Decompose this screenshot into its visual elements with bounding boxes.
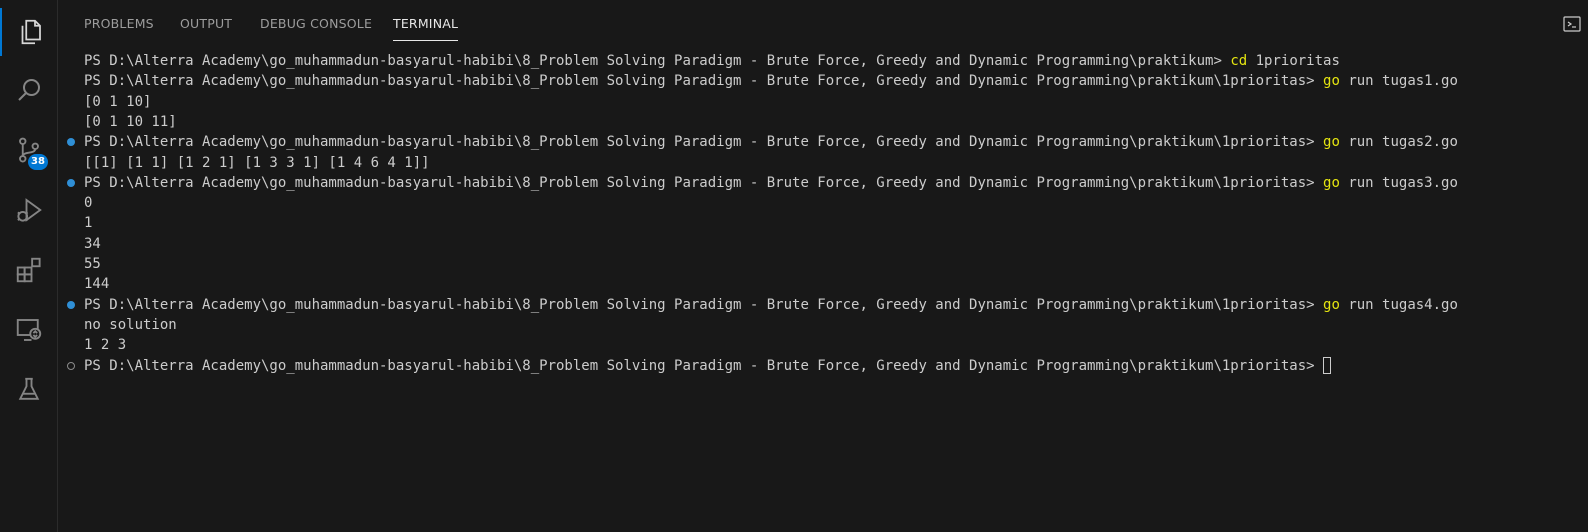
remote-explorer-icon [16, 319, 42, 341]
terminal-command-args: 1prioritas [1247, 53, 1340, 69]
terminal-line-text: [[1] [1 1] [1 2 1] [1 3 3 1] [1 4 6 4 1]… [84, 154, 430, 171]
terminal-line: PS D:\Alterra Academy\go_muhammadun-basy… [67, 132, 1458, 152]
terminal-command-args: run tugas3.go [1339, 174, 1458, 191]
activity-testing[interactable] [0, 366, 58, 414]
terminal-line: 144 [84, 274, 109, 294]
terminal-line-text: PS D:\Alterra Academy\go_muhammadun-basy… [84, 174, 1324, 191]
terminal-line-text: no solution [84, 316, 177, 333]
activity-explorer[interactable] [0, 8, 58, 56]
terminal-line-text: PS D:\Alterra Academy\go_muhammadun-basy… [84, 296, 1324, 313]
terminal-command: go [1323, 73, 1340, 90]
terminal-line-text: 0 [84, 195, 93, 212]
terminal-output[interactable]: PS D:\Alterra Academy\go_muhammadun-basy… [58, 51, 1588, 532]
terminal-line: 0 [84, 193, 92, 213]
terminal-line-text: 1 2 3 [84, 337, 127, 354]
terminal-command-args: run tugas2.go [1339, 134, 1458, 151]
terminal-line: PS D:\Alterra Academy\go_muhammadun-basy… [67, 173, 1458, 193]
search-icon [18, 79, 40, 101]
terminal-line-text: 55 [84, 256, 101, 272]
terminal-line: PS D:\Alterra Academy\go_muhammadun-basy… [67, 356, 1332, 376]
activity-remote-explorer[interactable] [0, 306, 58, 354]
command-success-decoration[interactable] [67, 138, 75, 147]
command-pending-decoration[interactable] [67, 361, 75, 370]
activity-extensions[interactable] [0, 246, 58, 294]
terminal-command-args: run tugas4.go [1339, 296, 1458, 313]
terminal-line-text: PS D:\Alterra Academy\go_muhammadun-basy… [84, 73, 1324, 90]
terminal-line-text: [0 1 10 11] [84, 113, 177, 130]
panel-tabs: PROBLEMS OUTPUT DEBUG CONSOLE TERMINAL [58, 0, 1588, 44]
tab-debug-console[interactable]: DEBUG CONSOLE [260, 0, 372, 40]
terminal-line-text: [0 1 10] [84, 93, 152, 110]
terminal-line: 55 [84, 254, 101, 274]
terminal-line-text: PS D:\Alterra Academy\go_muhammadun-basy… [84, 53, 1231, 69]
activity-source-control[interactable]: 38 [0, 126, 58, 174]
terminal-command: go [1323, 296, 1340, 313]
run-debug-icon [17, 198, 42, 222]
terminal-line: PS D:\Alterra Academy\go_muhammadun-basy… [84, 71, 1458, 91]
command-success-decoration[interactable] [67, 178, 75, 187]
terminal-line: [[1] [1 1] [1 2 1] [1 3 3 1] [1 4 6 4 1]… [84, 153, 430, 173]
terminal-line-text: PS D:\Alterra Academy\go_muhammadun-basy… [84, 134, 1324, 151]
terminal-line-text: 1 [84, 215, 93, 232]
terminal-command: go [1323, 174, 1340, 191]
command-success-decoration[interactable] [67, 300, 75, 309]
terminal-command-args: run tugas1.go [1339, 73, 1458, 90]
terminal-line: 34 [84, 234, 101, 254]
source-control-badge: 38 [28, 154, 48, 170]
terminal-icon[interactable] [1562, 14, 1582, 34]
terminal-command: cd [1230, 53, 1248, 69]
bottom-panel: PROBLEMS OUTPUT DEBUG CONSOLE TERMINAL P… [58, 0, 1588, 532]
terminal-line: [0 1 10 11] [84, 112, 177, 132]
terminal-line: 1 [84, 213, 92, 233]
activity-search[interactable] [0, 66, 58, 114]
terminal-line-text: 34 [84, 235, 101, 252]
tab-output[interactable]: OUTPUT [180, 0, 232, 40]
terminal-line: PS D:\Alterra Academy\go_muhammadun-basy… [84, 51, 1340, 71]
terminal-line-text: PS D:\Alterra Academy\go_muhammadun-basy… [84, 357, 1324, 374]
tab-terminal[interactable]: TERMINAL [393, 0, 459, 41]
terminal-line: no solution [84, 315, 177, 335]
terminal-line: [0 1 10] [84, 92, 151, 112]
testing-icon [18, 377, 40, 400]
terminal-line: 1 2 3 [84, 335, 126, 355]
activity-run-debug[interactable] [0, 186, 58, 234]
extensions-icon [16, 257, 41, 283]
terminal-command: go [1323, 134, 1340, 151]
terminal-line-text: 144 [84, 276, 110, 293]
activity-bar: 38 [0, 0, 58, 532]
explorer-icon [21, 19, 41, 45]
tab-problems[interactable]: PROBLEMS [84, 0, 154, 40]
terminal-line: PS D:\Alterra Academy\go_muhammadun-basy… [67, 295, 1458, 315]
terminal-cursor [1323, 356, 1332, 374]
